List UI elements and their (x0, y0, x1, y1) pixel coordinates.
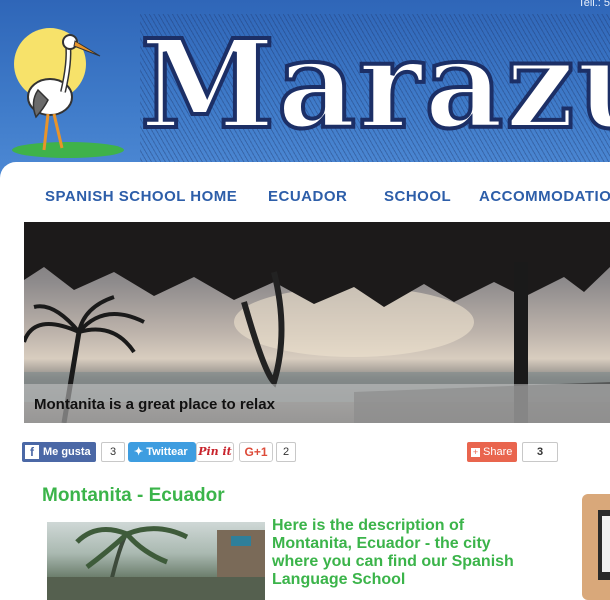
street-photo-art (47, 526, 265, 600)
nav-item-school[interactable]: SCHOOL (384, 188, 451, 205)
main-nav: SPANISH SCHOOL HOME ECUADOR SCHOOL ACCOM… (0, 188, 610, 212)
twitter-bird-icon: ✦ (134, 446, 147, 458)
facebook-icon: f (25, 445, 39, 459)
phone-text: Tell.: 5 (578, 0, 610, 9)
facebook-like-button[interactable]: f Me gusta (22, 442, 96, 462)
google-plus-count: 2 (276, 442, 296, 462)
plus-icon: + (471, 447, 480, 457)
brand-title[interactable]: MarazulS (138, 12, 610, 173)
page-title: Montanita - Ecuador (42, 485, 225, 506)
side-thumbnail[interactable] (582, 494, 610, 600)
facebook-like-label: Me gusta (43, 446, 91, 458)
share-label: Share (483, 446, 513, 458)
stork-logo[interactable] (8, 22, 128, 162)
hero-caption-bar: Montanita is a great place to relax (24, 384, 610, 423)
google-plus-button[interactable]: G+1 (239, 442, 273, 462)
hero-caption: Montanita is a great place to relax (34, 396, 275, 413)
twitter-tweet-button[interactable]: ✦ Twittear (128, 442, 196, 462)
nav-item-ecuador[interactable]: ECUADOR (268, 188, 347, 205)
twitter-tweet-label: Twittear (146, 446, 188, 458)
hero-slide[interactable]: Montanita is a great place to relax (24, 222, 610, 423)
nav-item-accommodation[interactable]: ACCOMMODATIO (479, 188, 610, 205)
pinterest-pin-button[interactable]: Pin it (196, 442, 234, 462)
share-button[interactable]: + Share (467, 442, 517, 462)
facebook-like-count: 3 (101, 442, 125, 462)
share-count: 3 (522, 442, 558, 462)
montanita-street-photo[interactable] (47, 522, 265, 600)
side-thumbnail-art (598, 510, 610, 580)
nav-item-spanish-school-home[interactable]: SPANISH SCHOOL HOME (45, 188, 237, 205)
page-description: Here is the description of Montanita, Ec… (272, 517, 514, 588)
brand-title-text: Marazul (138, 12, 610, 156)
